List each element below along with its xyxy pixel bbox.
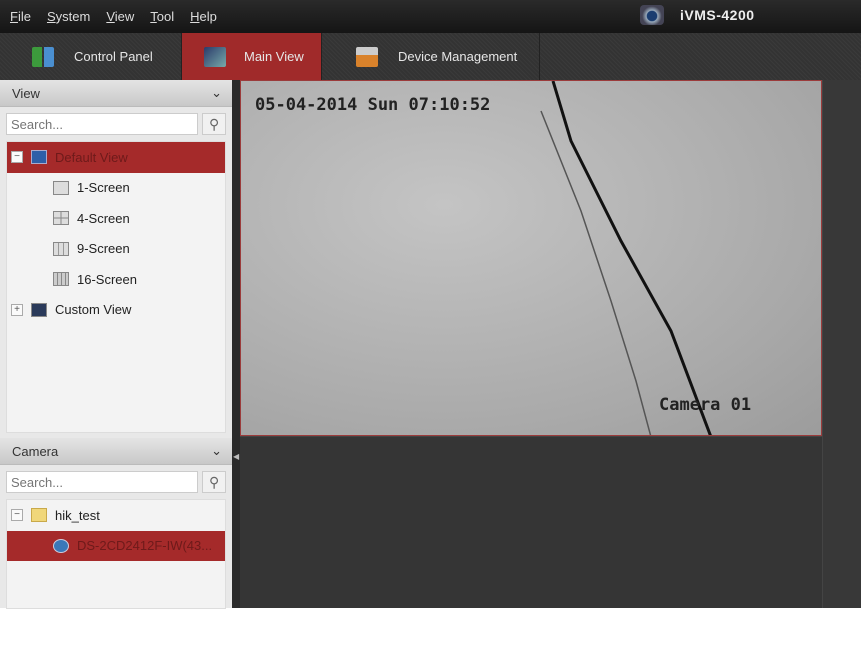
menu-tool[interactable]: Tool: [150, 9, 174, 24]
camera-panel-title: Camera: [12, 443, 59, 459]
menu-bar: File System View Tool Help iVMS-4200: [0, 0, 861, 33]
view-panel-header[interactable]: View ⌄: [0, 80, 232, 107]
camera-panel-header[interactable]: Camera ⌄: [0, 438, 232, 465]
menu-help[interactable]: Help: [190, 9, 217, 24]
collapse-arrow-icon[interactable]: ◀: [233, 452, 239, 461]
tree-item-label: Custom View: [55, 302, 132, 318]
app-brand: iVMS-4200: [640, 5, 755, 25]
menu-view[interactable]: View: [106, 9, 134, 24]
tab-control-panel[interactable]: Control Panel: [0, 33, 182, 80]
right-panel: [822, 80, 861, 608]
tree-item-label: 9-Screen: [77, 241, 130, 257]
chevron-down-icon[interactable]: ⌄: [211, 443, 222, 459]
search-icon[interactable]: ⚲: [202, 471, 226, 493]
camera-search-input[interactable]: [6, 471, 199, 493]
4-screen-icon: [53, 211, 69, 226]
custom-view-icon: [31, 302, 47, 317]
tree-item-1-screen[interactable]: 1-Screen: [7, 173, 225, 204]
tree-item-label: 16-Screen: [77, 271, 137, 287]
panel-splitter[interactable]: ◀: [232, 80, 240, 608]
tree-item-label: 4-Screen: [77, 210, 130, 226]
9-screen-icon: [53, 241, 69, 256]
tree-item-camera[interactable]: DS-2CD2412F-IW(43...: [7, 530, 225, 561]
menu-file[interactable]: File: [10, 9, 31, 24]
tab-bar: Control Panel Main View Device Managemen…: [0, 33, 861, 80]
tree-item-4-screen[interactable]: 4-Screen: [7, 203, 225, 234]
video-frame: [540, 81, 712, 435]
tab-main-view[interactable]: Main View: [182, 33, 322, 80]
tree-item-group[interactable]: − hik_test: [7, 500, 225, 531]
osd-camera-name: Camera 01: [659, 395, 752, 415]
search-icon[interactable]: ⚲: [202, 113, 226, 135]
app-window: File System View Tool Help iVMS-4200 Con…: [0, 0, 861, 609]
16-screen-icon: [53, 272, 69, 287]
osd-timestamp: 05-04-2014 Sun 07:10:52: [255, 95, 491, 115]
left-panel: View ⌄ ⚲ − Default View 1-Screen 4-Screen …: [0, 80, 232, 609]
tree-item-default-view[interactable]: − Default View: [7, 142, 225, 173]
tab-label: Control Panel: [74, 49, 153, 64]
menu-system[interactable]: System: [47, 9, 90, 24]
tab-device-management[interactable]: Device Management: [322, 33, 540, 80]
collapse-icon[interactable]: −: [11, 151, 23, 164]
camera-icon: [53, 538, 69, 553]
chevron-down-icon[interactable]: ⌄: [211, 85, 222, 101]
tree-item-custom-view[interactable]: + Custom View: [7, 295, 225, 326]
1-screen-icon: [53, 180, 69, 195]
tree-item-label: DS-2CD2412F-IW(43...: [77, 538, 213, 554]
view-tree: − Default View 1-Screen 4-Screen 9-Screen…: [6, 141, 226, 433]
view-icon: [31, 150, 47, 165]
tab-label: Device Management: [398, 49, 518, 64]
folder-icon: [31, 508, 47, 523]
tab-label: Main View: [244, 49, 304, 64]
view-search-input[interactable]: [6, 113, 199, 135]
tree-item-label: 1-Screen: [77, 180, 130, 196]
tree-item-16-screen[interactable]: 16-Screen: [7, 264, 225, 295]
main-view-icon: [204, 46, 226, 67]
device-management-icon: [356, 46, 378, 67]
expand-icon[interactable]: +: [11, 303, 23, 316]
video-window-empty[interactable]: [240, 436, 822, 608]
app-title: iVMS-4200: [680, 7, 755, 23]
video-window[interactable]: 05-04-2014 Sun 07:10:52 Camera 01: [240, 80, 822, 436]
tree-item-label: Default View: [55, 149, 128, 165]
control-panel-icon: [32, 46, 54, 67]
collapse-icon[interactable]: −: [11, 509, 23, 522]
tree-item-label: hik_test: [55, 507, 100, 523]
view-panel-title: View: [12, 85, 40, 101]
camera-logo-icon: [640, 5, 664, 25]
camera-tree: − hik_test DS-2CD2412F-IW(43...: [6, 499, 226, 609]
tree-item-9-screen[interactable]: 9-Screen: [7, 234, 225, 265]
